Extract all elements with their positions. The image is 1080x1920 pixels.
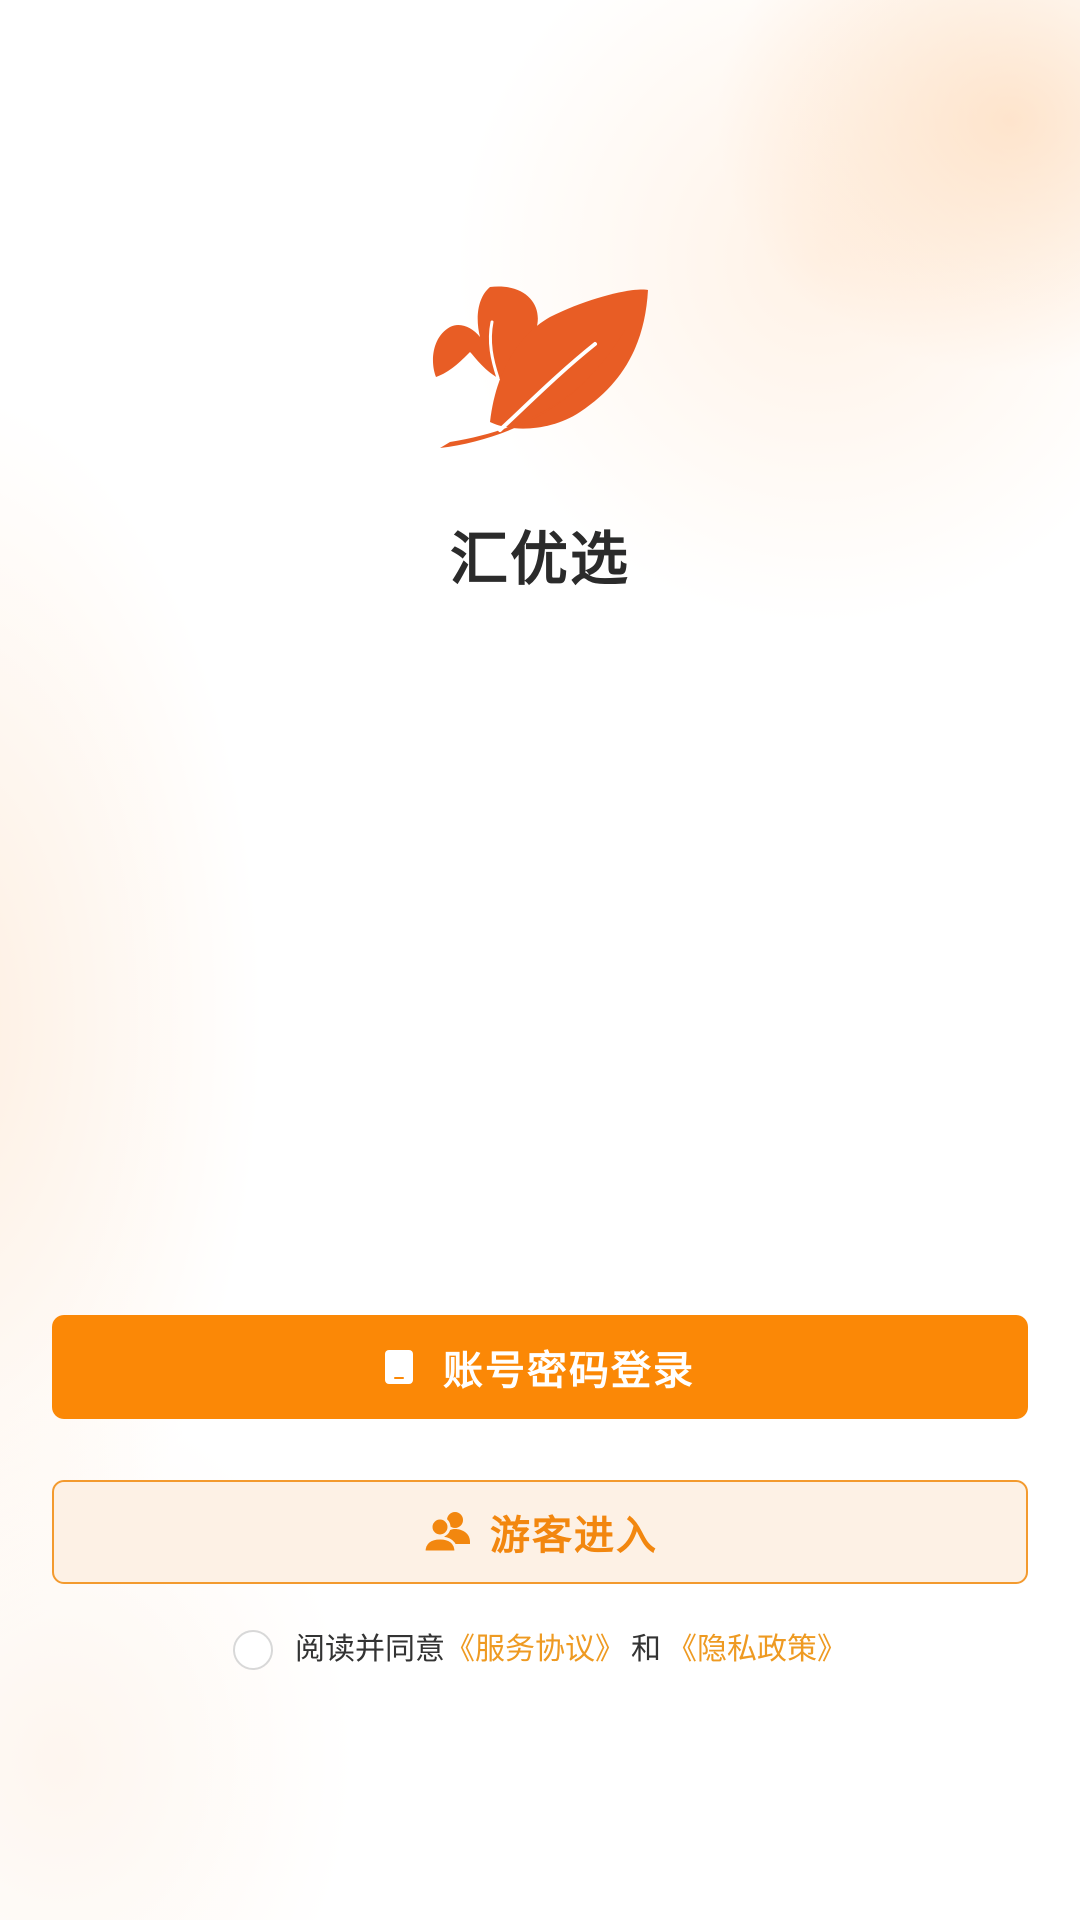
agreement-checkbox[interactable]	[233, 1630, 273, 1670]
login-screen: 汇优选 账号密码登录 游客进入 阅读并同意 《服务协议》 和 《隐私政策》	[0, 0, 1080, 1920]
account-login-button[interactable]: 账号密码登录	[52, 1315, 1028, 1419]
agreement-conjunction: 和	[631, 1632, 661, 1667]
service-agreement-link[interactable]: 《服务协议》	[445, 1624, 625, 1668]
agreement-prefix: 阅读并同意	[295, 1632, 445, 1667]
leaf-logo-icon	[432, 286, 648, 448]
agreement-row: 阅读并同意 《服务协议》 和 《隐私政策》	[0, 1622, 1080, 1670]
app-title: 汇优选	[449, 525, 630, 593]
account-login-label: 账号密码登录	[443, 1348, 695, 1394]
guest-login-label: 游客进入	[490, 1513, 658, 1559]
phone-icon	[385, 1350, 413, 1384]
privacy-policy-link[interactable]: 《隐私政策》	[667, 1624, 847, 1668]
guest-login-button[interactable]: 游客进入	[52, 1480, 1028, 1584]
users-icon	[422, 1512, 470, 1554]
